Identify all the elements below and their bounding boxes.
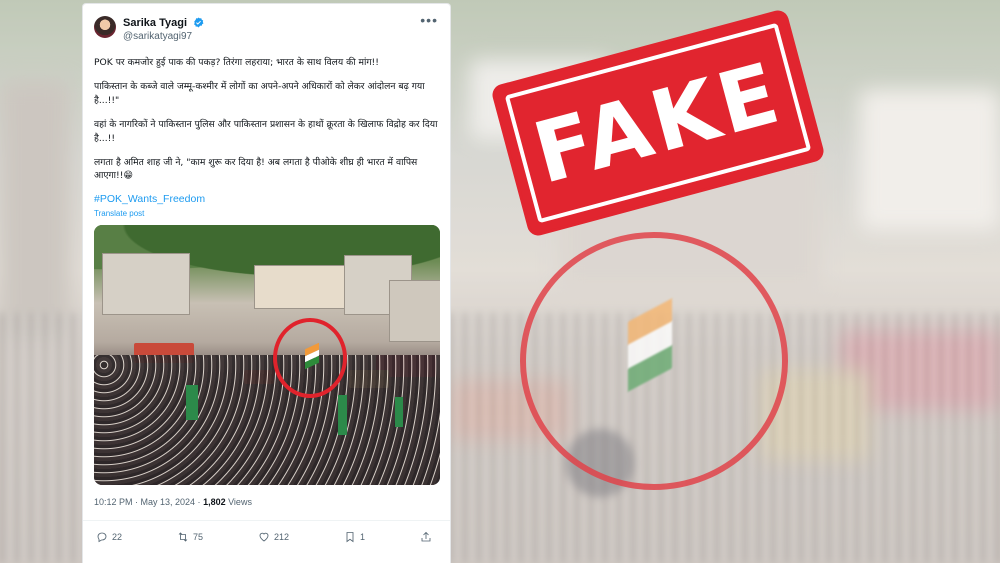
tweet-text: POK पर कमजोर हुई पाक की पकड़? तिरंगा लहर… [94, 56, 438, 183]
reply-icon [97, 532, 107, 543]
views-label: Views [225, 496, 252, 507]
reply-button[interactable]: 22 [96, 531, 122, 543]
highlight-circle-large [520, 232, 788, 490]
heart-icon [259, 532, 269, 542]
translate-post-link[interactable]: Translate post [94, 209, 438, 218]
bookmark-icon [346, 531, 354, 543]
share-button[interactable] [420, 531, 432, 543]
repost-icon [178, 532, 188, 542]
views-count: 1,802 [203, 496, 226, 507]
repost-count: 75 [192, 531, 203, 542]
tweet-actions: 22 75 212 1 [94, 521, 438, 543]
bookmark-button[interactable]: 1 [344, 531, 365, 543]
author-handle[interactable]: @sarikatyagi97 [123, 30, 420, 43]
more-options-icon[interactable]: ••• [420, 12, 438, 28]
tweet-header: Sarika Tyagi @sarikatyagi97 ••• [94, 12, 438, 43]
tweet-timestamp[interactable]: 10:12 PM · May 13, 2024 · [94, 497, 203, 507]
verified-badge-icon [194, 17, 204, 28]
tweet-paragraph-2: पाकिस्तान के कब्जे वाले जम्मू-कश्मीर में… [94, 81, 425, 106]
hashtag-link[interactable]: #POK_Wants_Freedom [94, 193, 438, 205]
tweet-paragraph-4: लगता है अमित शाह जी ने, "काम शुरू कर दिय… [94, 157, 418, 182]
avatar[interactable] [94, 16, 116, 38]
tweet-card[interactable]: Sarika Tyagi @sarikatyagi97 ••• POK पर क… [82, 3, 451, 563]
share-icon [421, 531, 431, 542]
like-button[interactable]: 212 [258, 531, 289, 543]
tweet-photo[interactable] [94, 224, 440, 485]
tweet-paragraph-1: POK पर कमजोर हुई पाक की पकड़? तिरंगा लहर… [94, 57, 379, 68]
fake-stamp-text: FAKE [523, 43, 793, 203]
tweet-paragraph-3: वहां के नागरिकों ने पाकिस्तान पुलिस और प… [94, 119, 438, 144]
author-name[interactable]: Sarika Tyagi [123, 17, 187, 30]
highlight-circle [273, 317, 347, 398]
tweet-meta: 10:12 PM · May 13, 2024 · 1,802 Views [94, 497, 438, 507]
like-count: 212 [273, 531, 289, 542]
repost-button[interactable]: 75 [177, 531, 203, 543]
bookmark-count: 1 [359, 531, 365, 542]
reply-count: 22 [112, 531, 123, 542]
